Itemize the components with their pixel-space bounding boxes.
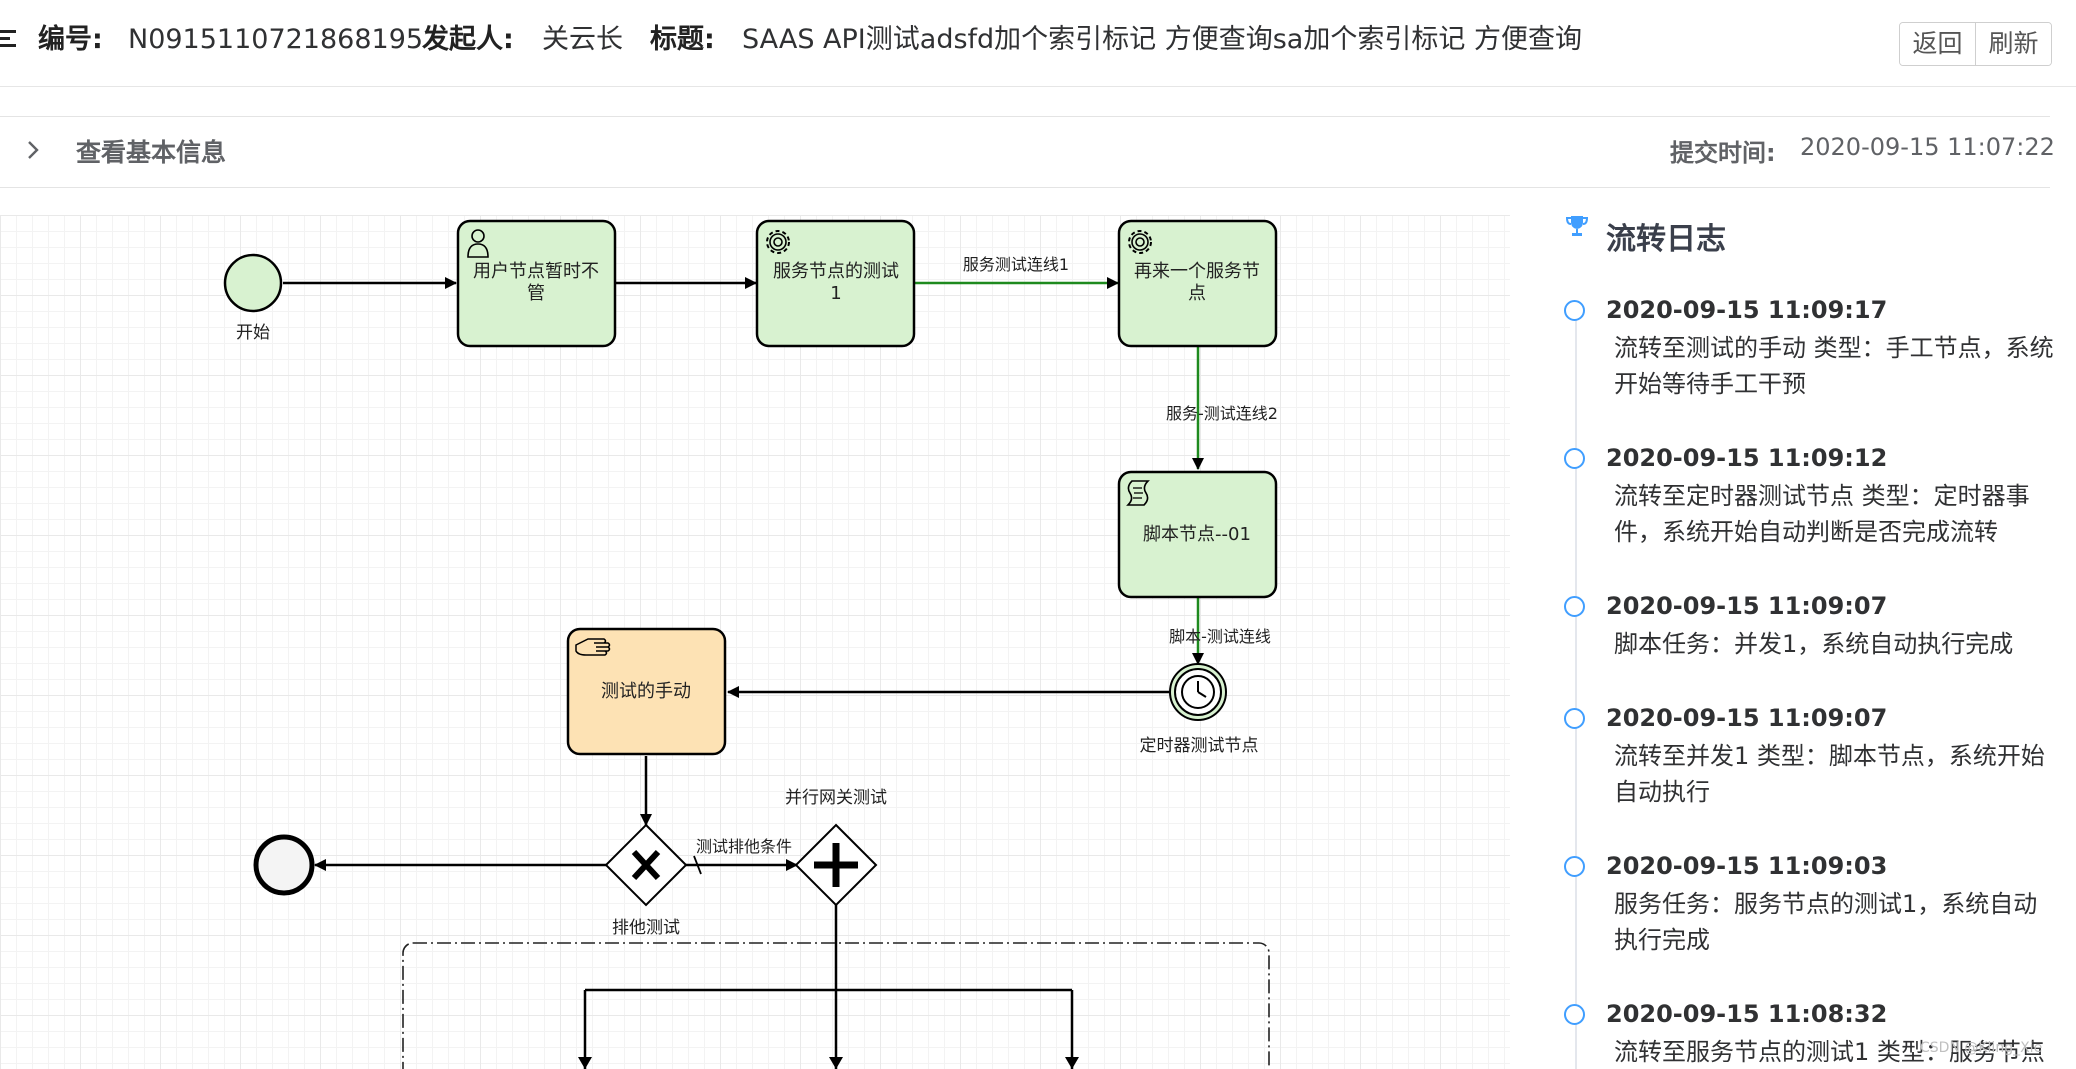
back-button[interactable]: 返回 [1900, 23, 1975, 65]
service-task-1-label-1: 服务节点的测试 [773, 261, 899, 282]
timeline-dot-icon [1564, 856, 1585, 877]
menu-toggle-icon[interactable] [0, 28, 18, 50]
process-diagram[interactable]: 开始 用户节点暂时不 管 服务节点的测试 1 再来一个服务节 点 脚本节点--0… [0, 215, 1510, 1069]
header-button-group: 返回 刷新 [1899, 22, 2052, 66]
flow-label-script: 脚本-测试连线 [1169, 627, 1271, 646]
number-value: N0915110721868195 [128, 24, 424, 55]
script-task-label: 脚本节点--01 [1143, 524, 1251, 545]
log-entry-text: 流转至测试的手动 类型：手工节点，系统开始等待手工干预 [1614, 334, 2054, 398]
flow-label-service-1: 服务测试连线1 [963, 255, 1069, 274]
log-entry-time: 2020-09-15 11:09:07 [1606, 592, 1888, 620]
log-entry-time: 2020-09-15 11:09:03 [1606, 852, 1888, 880]
start-event-label: 开始 [236, 323, 270, 343]
log-entry-time: 2020-09-15 11:09:07 [1606, 704, 1888, 732]
timeline-dot-icon [1564, 708, 1585, 729]
title-value: SAAS API测试adsfd加个索引标记 方便查询sa加个索引标记 方便查询 [742, 24, 1582, 55]
timeline-dot-icon [1564, 448, 1585, 469]
submit-time-label: 提交时间: [1670, 139, 1776, 167]
submit-time-value: 2020-09-15 11:07:22 [1800, 133, 2055, 161]
service-task-2-label-2: 点 [1188, 283, 1206, 304]
number-label: 编号: [38, 24, 103, 55]
process-diagram-canvas: 开始 用户节点暂时不 管 服务节点的测试 1 再来一个服务节 点 脚本节点--0… [223, 219, 1278, 1069]
title-label: 标题: [650, 24, 715, 55]
log-entry-time: 2020-09-15 11:09:17 [1606, 296, 1888, 324]
service-task-2-label-1: 再来一个服务节 [1134, 261, 1260, 282]
log-entry-time: 2020-09-15 11:08:32 [1606, 1000, 1888, 1028]
start-event[interactable] [223, 253, 283, 313]
log-entry-text: 脚本任务：并发1，系统自动执行完成 [1614, 630, 2014, 658]
basic-info-bar[interactable]: 查看基本信息 提交时间: 2020-09-15 11:07:22 [0, 116, 2055, 188]
watermark: CSDN @Kling_Xie [1920, 1040, 2043, 1056]
log-entry-text: 流转至定时器测试节点 类型：定时器事件，系统开始自动判断是否完成流转 [1614, 482, 2030, 546]
manual-task-label: 测试的手动 [601, 681, 691, 702]
arrow-center-branch [829, 1057, 843, 1069]
timeline-dot-icon [1564, 1004, 1585, 1025]
flow-label-service-2: 服务-测试连线2 [1166, 404, 1278, 423]
timeline-dot-icon [1564, 300, 1585, 321]
exclusive-gateway-label: 排他测试 [612, 918, 680, 938]
flow-log-panel: 流转日志 2020-09-15 11:09:17 流转至测试的手动 类型：手工节… [1530, 210, 2076, 1069]
initiator-label: 发起人: [422, 24, 514, 55]
timer-event-label: 定时器测试节点 [1140, 736, 1259, 756]
log-entry-text: 流转至并发1 类型：脚本节点，系统开始自动执行 [1614, 742, 2045, 806]
end-event[interactable] [253, 834, 315, 896]
log-entry-time: 2020-09-15 11:09:12 [1606, 444, 1888, 472]
arrow-right-branch [1065, 1057, 1079, 1069]
clock-icon [1181, 675, 1215, 709]
header-bar: 编号: N0915110721868195 发起人: 关云长 标题: SAAS … [0, 0, 2076, 87]
log-entry-text: 服务任务：服务节点的测试1，系统自动执行完成 [1614, 890, 2038, 954]
user-task-label-1: 用户节点暂时不 [473, 261, 599, 282]
basic-info-toggle[interactable]: 查看基本信息 [76, 133, 226, 169]
parallel-gateway-label: 并行网关测试 [785, 788, 887, 808]
timeline-line [1575, 318, 1577, 1069]
arrow-left-branch [578, 1057, 592, 1069]
initiator-value: 关云长 [542, 24, 623, 55]
timeline-dot-icon [1564, 596, 1585, 617]
flow-log-title: 流转日志 [1606, 222, 1726, 257]
user-task-label-2: 管 [527, 283, 545, 304]
chevron-right-icon[interactable] [26, 139, 40, 161]
service-task-1-label-2: 1 [830, 283, 841, 304]
flow-label-exclusive-condition: 测试排他条件 [696, 837, 792, 856]
trophy-icon [1566, 216, 1588, 236]
refresh-button[interactable]: 刷新 [1975, 23, 2051, 65]
